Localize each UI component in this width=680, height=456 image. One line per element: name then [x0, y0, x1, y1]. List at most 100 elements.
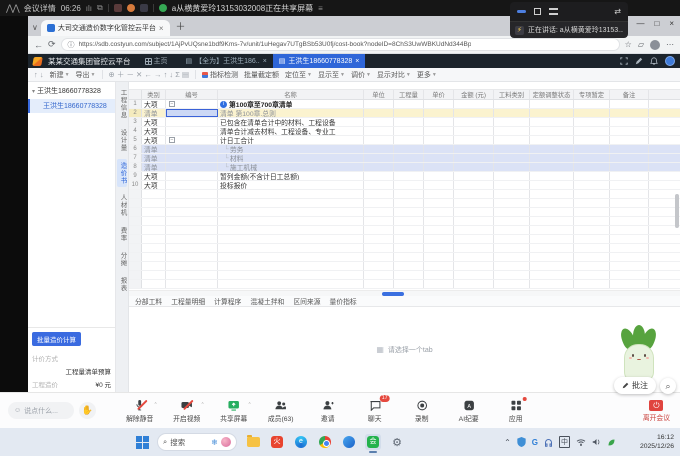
collapse-toggle-icon[interactable]: − [169, 101, 175, 107]
minimize-button[interactable]: — [636, 19, 644, 28]
table-cell[interactable] [454, 145, 494, 153]
row-number-cell[interactable]: 3 [129, 118, 142, 126]
table-cell[interactable] [166, 181, 218, 189]
table-cell[interactable] [394, 163, 424, 171]
table-cell[interactable] [166, 118, 218, 126]
table-cell[interactable] [610, 100, 649, 108]
vertical-scrollbar[interactable] [675, 82, 679, 282]
table-cell[interactable] [574, 163, 610, 171]
table-cell[interactable] [454, 181, 494, 189]
tray-expand-icon[interactable]: ⌃ [504, 438, 511, 447]
site-info-icon[interactable]: ⓘ [68, 40, 75, 50]
members-button[interactable]: 成员(63) [264, 399, 298, 423]
table-cell[interactable]: └ 材料 [218, 154, 364, 162]
table-cell[interactable] [610, 154, 649, 162]
app-tab-active[interactable]: ▤ 王洪生18660778328 × [272, 54, 366, 68]
table-cell[interactable]: i 第100章至700章清单 [218, 100, 364, 108]
table-cell[interactable] [574, 100, 610, 108]
apps-button[interactable]: 应用 [499, 396, 533, 423]
table-cell[interactable] [530, 109, 574, 117]
table-cell[interactable]: 大项 [142, 118, 166, 126]
table-row[interactable]: 7 清单 └ 材料 [129, 154, 680, 163]
g-tool-icon[interactable]: G [532, 438, 538, 447]
table-cell[interactable] [610, 145, 649, 153]
browser-menu-icon[interactable]: ⋯ [666, 40, 674, 49]
column-header-3[interactable]: 名称 [218, 90, 364, 99]
dropdown-定位至[interactable]: 定位至 ▼ [285, 70, 312, 80]
row-number-cell[interactable]: 6 [129, 145, 142, 153]
module-tab-报表[interactable]: 报表 [117, 274, 127, 295]
chat-button[interactable]: 17 聊天 [358, 394, 392, 423]
table-cell[interactable]: 大项 [142, 136, 166, 144]
table-cell[interactable]: 清单合计减去材料、工程设备、专业工 [218, 127, 364, 135]
table-cell[interactable]: 大项 [142, 172, 166, 180]
status-orange-icon[interactable] [126, 4, 135, 12]
close-tab-icon[interactable]: × [355, 58, 359, 65]
module-tab-设计量[interactable]: 设计量 [117, 126, 127, 155]
table-cell[interactable] [574, 145, 610, 153]
module-tab-造价书[interactable]: 造价书 [117, 158, 127, 187]
formula-bar[interactable] [129, 82, 680, 90]
row-number-cell[interactable]: 7 [129, 154, 142, 162]
wifi-icon[interactable] [576, 438, 586, 446]
table-cell[interactable] [424, 127, 454, 135]
fullscreen-icon[interactable] [620, 57, 628, 65]
tab-search-icon[interactable]: ∨ [32, 23, 38, 32]
module-tab-人材机[interactable]: 人材机 [117, 191, 127, 220]
table-cell[interactable] [530, 118, 574, 126]
row-number-cell[interactable]: 8 [129, 163, 142, 171]
chevron-up-icon[interactable]: ⌃ [247, 402, 251, 408]
table-cell[interactable] [574, 154, 610, 162]
leave-meeting-button[interactable]: ⏻ 离开会议 [643, 399, 670, 422]
table-cell[interactable] [494, 154, 530, 162]
table-row[interactable]: 2 清单 清单 第100章.总则 [129, 109, 680, 118]
invite-button[interactable]: 邀请 [311, 399, 345, 423]
info-badge-icon[interactable]: i [220, 100, 227, 108]
meeting-detail-link[interactable]: 会议详情 [24, 3, 56, 14]
detail-tab-分部工料[interactable]: 分部工料 [135, 296, 162, 306]
table-cell[interactable] [454, 109, 494, 117]
headset-icon[interactable] [544, 438, 553, 447]
detail-tab-区间来源[interactable]: 区间来源 [293, 296, 320, 306]
table-cell[interactable] [454, 154, 494, 162]
table-cell[interactable] [494, 109, 530, 117]
table-cell[interactable] [454, 100, 494, 108]
pen-icon[interactable] [635, 57, 643, 65]
table-cell[interactable] [610, 118, 649, 126]
table-cell[interactable] [364, 109, 394, 117]
table-cell[interactable] [394, 154, 424, 162]
table-cell[interactable] [610, 136, 649, 144]
extensions-icon[interactable]: ▱ [638, 40, 644, 49]
table-cell[interactable]: 投标报价 [218, 181, 364, 189]
table-cell[interactable] [530, 181, 574, 189]
tree-node-child-selected[interactable]: 王洪生18660778328 [28, 99, 115, 113]
table-cell[interactable] [530, 136, 574, 144]
table-cell[interactable] [166, 109, 218, 117]
taskbar-browser-app[interactable] [341, 434, 357, 450]
table-cell[interactable] [574, 181, 610, 189]
taskbar-search[interactable]: ⌕ 搜索 ❄ [157, 433, 237, 451]
table-row[interactable]: 1 大项 − i 第100章至700章清单 [129, 100, 680, 109]
table-cell[interactable]: └ 施工机械 [218, 163, 364, 171]
row-number-cell[interactable]: 2 [129, 109, 142, 117]
table-cell[interactable] [610, 163, 649, 171]
table-cell[interactable] [530, 154, 574, 162]
chat-quick-input[interactable]: ☺ 说点什么... [8, 402, 74, 419]
taskbar-file-explorer[interactable] [245, 434, 261, 450]
detail-tab-工程量明细[interactable]: 工程量明细 [171, 296, 205, 306]
table-cell[interactable] [494, 145, 530, 153]
table-cell[interactable]: 清单 [142, 154, 166, 162]
row-number-cell[interactable]: 9 [129, 172, 142, 180]
detail-tab-量价指标[interactable]: 量价指标 [330, 296, 357, 306]
table-cell[interactable] [364, 172, 394, 180]
table-cell[interactable] [394, 145, 424, 153]
table-cell[interactable]: 清单 [142, 109, 166, 117]
app-tab[interactable]: ▤ 【全为】王洪生186.. × [180, 54, 273, 68]
detail-tab-混凝土拌和[interactable]: 混凝土拌和 [250, 296, 284, 306]
table-cell[interactable]: 大项 [142, 100, 166, 108]
table-cell[interactable] [394, 136, 424, 144]
taskbar-clock[interactable]: 16:12 2025/12/26 [640, 433, 674, 451]
table-row[interactable]: 5 大项 − 计日工合计 [129, 136, 680, 145]
table-row[interactable]: 9 大项 暂列金额(不含计日工总额) [129, 172, 680, 181]
table-cell[interactable]: − [166, 100, 218, 108]
